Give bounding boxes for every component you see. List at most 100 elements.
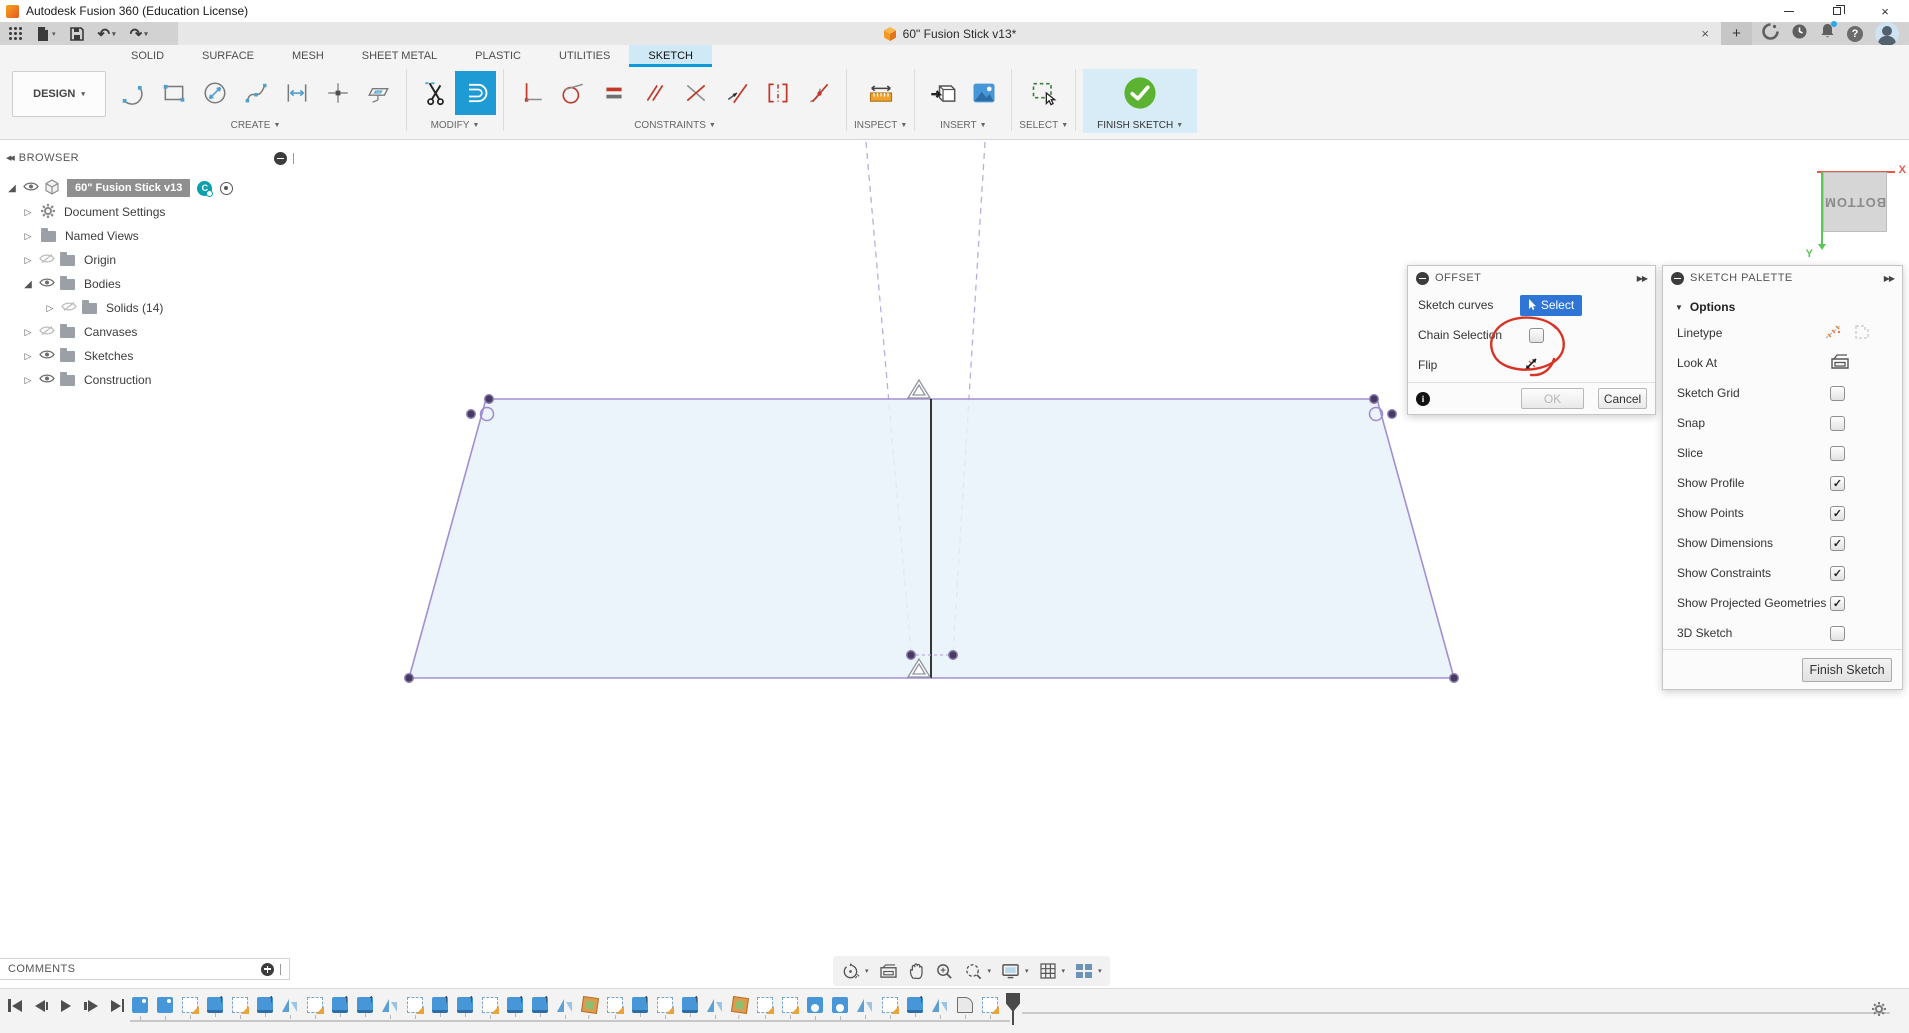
timeline-extrude-feature[interactable] — [432, 997, 448, 1013]
tab-surface[interactable]: SURFACE — [183, 45, 273, 67]
timeline-extrude-feature[interactable] — [257, 997, 273, 1013]
show-points-checkbox[interactable]: ✓ — [1830, 506, 1845, 521]
3d-sketch-checkbox[interactable] — [1830, 626, 1845, 641]
browser-row-sketches[interactable]: ▷ Sketches — [0, 344, 300, 368]
minimize-button[interactable] — [1765, 0, 1813, 22]
close-button[interactable]: × — [1861, 0, 1909, 22]
collapse-palette-icon[interactable] — [1671, 272, 1684, 285]
sketch-palette-header[interactable]: SKETCH PALETTE ▶▶ — [1663, 266, 1902, 290]
timeline-sketch-feature[interactable] — [407, 997, 423, 1013]
timeline-extrude-feature[interactable] — [507, 997, 523, 1013]
eye-icon[interactable] — [39, 349, 55, 363]
browser-row-construction[interactable]: ▷ Construction — [0, 368, 300, 392]
eye-icon[interactable] — [39, 277, 55, 291]
pan-icon[interactable] — [908, 962, 925, 980]
display-settings-icon[interactable]: ▾ — [1001, 963, 1029, 979]
file-menu-icon[interactable]: ▾ — [31, 22, 61, 45]
timeline-sketch-feature[interactable] — [757, 997, 773, 1013]
view-cube[interactable]: BOTTOM — [1823, 172, 1887, 232]
go-to-end-button[interactable] — [111, 999, 125, 1012]
timeline-sketch-feature[interactable] — [182, 997, 198, 1013]
browser-row-bodies[interactable]: ◢ Bodies — [0, 272, 300, 296]
timeline-settings-gear-icon[interactable] — [1871, 1001, 1887, 1022]
timeline-track[interactable] — [130, 1020, 1010, 1022]
timeline-sketch-feature[interactable] — [657, 997, 673, 1013]
measure-tool[interactable] — [860, 71, 901, 115]
browser-row-named-views[interactable]: ▷ Named Views — [0, 224, 300, 248]
inspect-group-label[interactable]: INSPECT▼ — [854, 117, 907, 133]
insert-derive-tool[interactable] — [922, 71, 963, 115]
chain-selection-checkbox[interactable] — [1529, 328, 1544, 343]
step-forward-button[interactable] — [84, 1000, 98, 1012]
timeline-image-feature[interactable] — [157, 997, 173, 1013]
flip-icon[interactable] — [1522, 355, 1540, 376]
parallel-constraint-tool[interactable] — [634, 71, 675, 115]
close-tab-icon[interactable]: × — [1701, 22, 1709, 45]
timeline-hole-feature[interactable] — [832, 997, 848, 1013]
grid-snap-icon[interactable]: ▾ — [1039, 962, 1066, 980]
show-constraints-checkbox[interactable]: ✓ — [1830, 566, 1845, 581]
arc-tool[interactable] — [112, 71, 153, 115]
project-tool[interactable] — [358, 71, 399, 115]
browser-root-row[interactable]: ◢ 60" Fusion Stick v13 C — [0, 176, 300, 200]
timeline-mirror-feature[interactable] — [382, 997, 398, 1013]
cancel-button[interactable]: Cancel — [1598, 388, 1647, 409]
add-comment-icon[interactable] — [261, 963, 274, 976]
timeline-extrude-feature[interactable] — [532, 997, 548, 1013]
ok-button[interactable]: OK — [1521, 388, 1584, 409]
point-tool[interactable] — [317, 71, 358, 115]
comments-panel[interactable]: COMMENTS — [0, 958, 290, 980]
look-at-icon[interactable] — [1830, 354, 1850, 373]
app-grid-icon[interactable] — [4, 22, 27, 45]
timeline-extrude-feature[interactable] — [207, 997, 223, 1013]
browser-row-canvases[interactable]: ▷ Canvases — [0, 320, 300, 344]
tab-plastic[interactable]: PLASTIC — [456, 45, 540, 67]
offset-tool-active[interactable] — [455, 71, 496, 115]
expand-palette-icon[interactable]: ▶▶ — [1884, 274, 1894, 283]
timeline-sketch-feature[interactable] — [607, 997, 623, 1013]
info-icon[interactable]: i — [1416, 392, 1430, 406]
tab-utilities[interactable]: UTILITIES — [540, 45, 629, 67]
profile-avatar[interactable] — [1875, 22, 1899, 46]
tangent-constraint-tool[interactable] — [552, 71, 593, 115]
viewport-canvas[interactable]: ◀◀ BROWSER ◢ 60" Fusion Stick v13 C ▷ Do… — [0, 140, 1909, 988]
timeline-plane-feature[interactable] — [581, 996, 599, 1014]
timeline-sketch-feature[interactable] — [232, 997, 248, 1013]
modify-group-label[interactable]: MODIFY▼ — [431, 117, 480, 133]
step-back-button[interactable] — [35, 1000, 49, 1012]
circle-tool[interactable] — [194, 71, 235, 115]
show-projected-geometries-checkbox[interactable]: ✓ — [1830, 596, 1845, 611]
construction-linetype-icon[interactable] — [1823, 323, 1843, 344]
eye-off-icon[interactable] — [61, 301, 77, 315]
document-tab[interactable]: 60" Fusion Stick v13* × — [178, 22, 1721, 45]
zoom-icon[interactable] — [935, 962, 954, 981]
snap-checkbox[interactable] — [1830, 416, 1845, 431]
constraints-group-label[interactable]: CONSTRAINTS▼ — [634, 117, 716, 133]
root-document-label[interactable]: 60" Fusion Stick v13 — [67, 179, 190, 197]
undo-icon[interactable]: ↶▾ — [93, 22, 121, 45]
timeline-extrude-feature[interactable] — [457, 997, 473, 1013]
timeline-plane-feature[interactable] — [731, 996, 749, 1014]
play-button[interactable] — [61, 1000, 71, 1012]
browser-row-document-settings[interactable]: ▷ Document Settings — [0, 200, 300, 224]
show-dimensions-checkbox[interactable]: ✓ — [1830, 536, 1845, 551]
timeline-sketch-feature[interactable] — [882, 997, 898, 1013]
collapse-dialog-icon[interactable] — [1416, 272, 1429, 285]
restore-button[interactable] — [1813, 0, 1861, 22]
redo-icon[interactable]: ↷▾ — [125, 22, 153, 45]
orbit-icon[interactable]: ▾ — [841, 962, 869, 981]
equal-constraint-tool[interactable] — [593, 71, 634, 115]
insert-image-tool[interactable] — [963, 71, 1004, 115]
comments-grip[interactable] — [280, 964, 281, 975]
finish-sketch-palette-button[interactable]: Finish Sketch — [1802, 658, 1892, 682]
panel-grip[interactable] — [293, 153, 294, 164]
timeline-hole-feature[interactable] — [807, 997, 823, 1013]
new-tab-button[interactable]: + — [1721, 22, 1752, 45]
timeline-extrude-feature[interactable] — [332, 997, 348, 1013]
tab-sketch[interactable]: SKETCH — [629, 45, 712, 67]
rectangle-tool[interactable] — [153, 71, 194, 115]
finish-sketch-button[interactable] — [1120, 71, 1161, 115]
finish-sketch-group-label[interactable]: FINISH SKETCH▼ — [1097, 117, 1183, 133]
timeline-mirror-feature[interactable] — [557, 997, 573, 1013]
timeline-sketch-feature[interactable] — [307, 997, 323, 1013]
